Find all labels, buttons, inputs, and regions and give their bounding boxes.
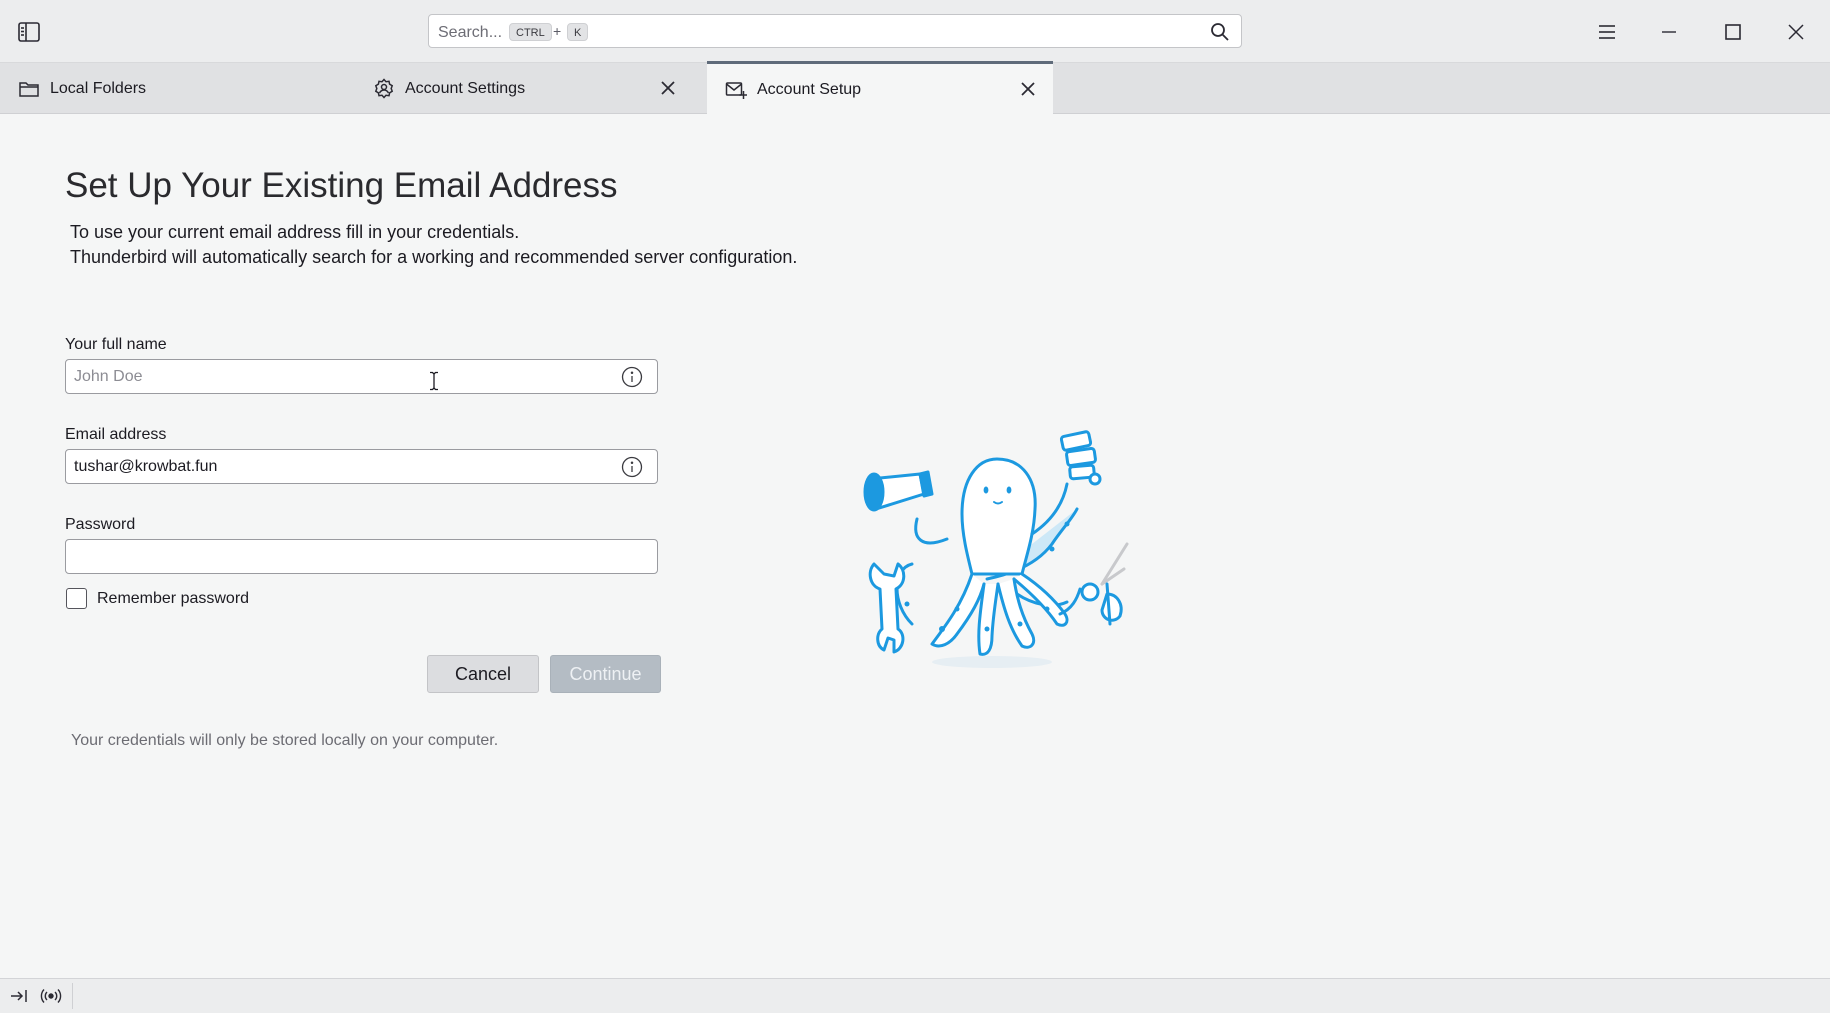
account-settings-icon: [373, 78, 395, 100]
remember-password-checkbox[interactable]: [66, 588, 87, 609]
search-bar[interactable]: Search... CTRL + K: [428, 14, 1242, 48]
title-bar: Search... CTRL + K: [0, 0, 1830, 63]
tab-label: Local Folders: [50, 80, 147, 97]
full-name-input[interactable]: [66, 360, 657, 393]
remember-password-label[interactable]: Remember password: [97, 590, 249, 608]
folder-icon: [18, 78, 40, 100]
tab-strip: Local Folders Account Settings Account S…: [0, 61, 1830, 114]
octopus-mascot-illustration: [862, 424, 1147, 669]
search-icon[interactable]: [1209, 21, 1231, 43]
maximize-button[interactable]: [1715, 14, 1751, 50]
tab-label: Account Setup: [757, 81, 862, 98]
page-title: Set Up Your Existing Email Address: [65, 166, 618, 205]
tab-account-settings[interactable]: Account Settings: [355, 63, 705, 113]
close-icon: [1788, 24, 1804, 40]
continue-button[interactable]: Continue: [550, 655, 661, 693]
cancel-button[interactable]: Cancel: [427, 655, 539, 693]
password-label: Password: [65, 516, 136, 533]
info-icon[interactable]: [621, 456, 643, 478]
email-label: Email address: [65, 426, 167, 443]
status-bar: [0, 978, 1830, 1013]
hamburger-menu-icon: [1599, 25, 1615, 39]
shortcut-plus: +: [553, 23, 562, 39]
description-line-1: To use your current email address fill i…: [70, 222, 520, 242]
shortcut-key-k: K: [567, 23, 589, 41]
info-icon[interactable]: [621, 366, 643, 388]
password-input[interactable]: [66, 540, 657, 573]
collapse-pane-icon[interactable]: [8, 985, 30, 1007]
search-placeholder: Search...: [438, 24, 503, 41]
close-window-button[interactable]: [1778, 14, 1814, 50]
password-field[interactable]: [65, 539, 658, 574]
full-name-field[interactable]: [65, 359, 658, 394]
text-cursor-icon: [428, 371, 440, 391]
close-tab-icon[interactable]: [657, 77, 679, 99]
account-setup-icon: [725, 79, 747, 101]
app-menu-button[interactable]: [1589, 14, 1625, 50]
shortcut-key-ctrl: CTRL: [509, 23, 552, 41]
email-input[interactable]: [66, 450, 657, 483]
sidebar-toggle-icon[interactable]: [16, 19, 42, 45]
email-field[interactable]: [65, 449, 658, 484]
status-divider: [72, 983, 73, 1009]
full-name-label: Your full name: [65, 336, 167, 353]
description-line-2: Thunderbird will automatically search fo…: [70, 247, 798, 267]
minimize-icon: [1662, 31, 1676, 33]
close-tab-icon[interactable]: [1017, 78, 1039, 100]
maximize-icon: [1725, 24, 1741, 40]
minimize-button[interactable]: [1651, 14, 1687, 50]
tab-local-folders[interactable]: Local Folders: [0, 63, 355, 113]
credentials-note: Your credentials will only be stored loc…: [71, 732, 499, 749]
online-status-icon[interactable]: [40, 985, 62, 1007]
tab-label: Account Settings: [405, 80, 526, 97]
tab-account-setup[interactable]: Account Setup: [707, 61, 1053, 114]
